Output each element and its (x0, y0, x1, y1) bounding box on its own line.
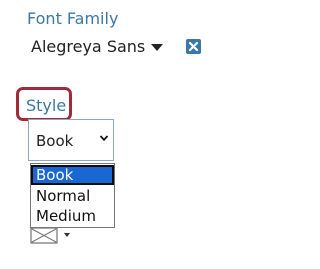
style-label: Style (26, 96, 67, 115)
empty-swatch-icon (30, 228, 70, 244)
style-dropdown-list: Book Normal Medium (30, 163, 115, 228)
option-medium[interactable]: Medium (31, 206, 114, 226)
option-normal[interactable]: Normal (31, 186, 114, 206)
caret-down-icon (151, 43, 164, 51)
font-family-label: Font Family (27, 9, 119, 28)
close-icon (188, 41, 199, 52)
font-family-select[interactable]: Alegreya Sans (31, 36, 164, 58)
clear-font-button[interactable] (186, 39, 201, 54)
style-select[interactable]: Book (28, 119, 114, 161)
font-family-value: Alegreya Sans (31, 37, 146, 56)
style-select-value: Book (36, 132, 74, 150)
color-swatch-button[interactable] (30, 228, 74, 244)
chevron-down-icon (99, 135, 109, 142)
option-book[interactable]: Book (31, 165, 114, 185)
